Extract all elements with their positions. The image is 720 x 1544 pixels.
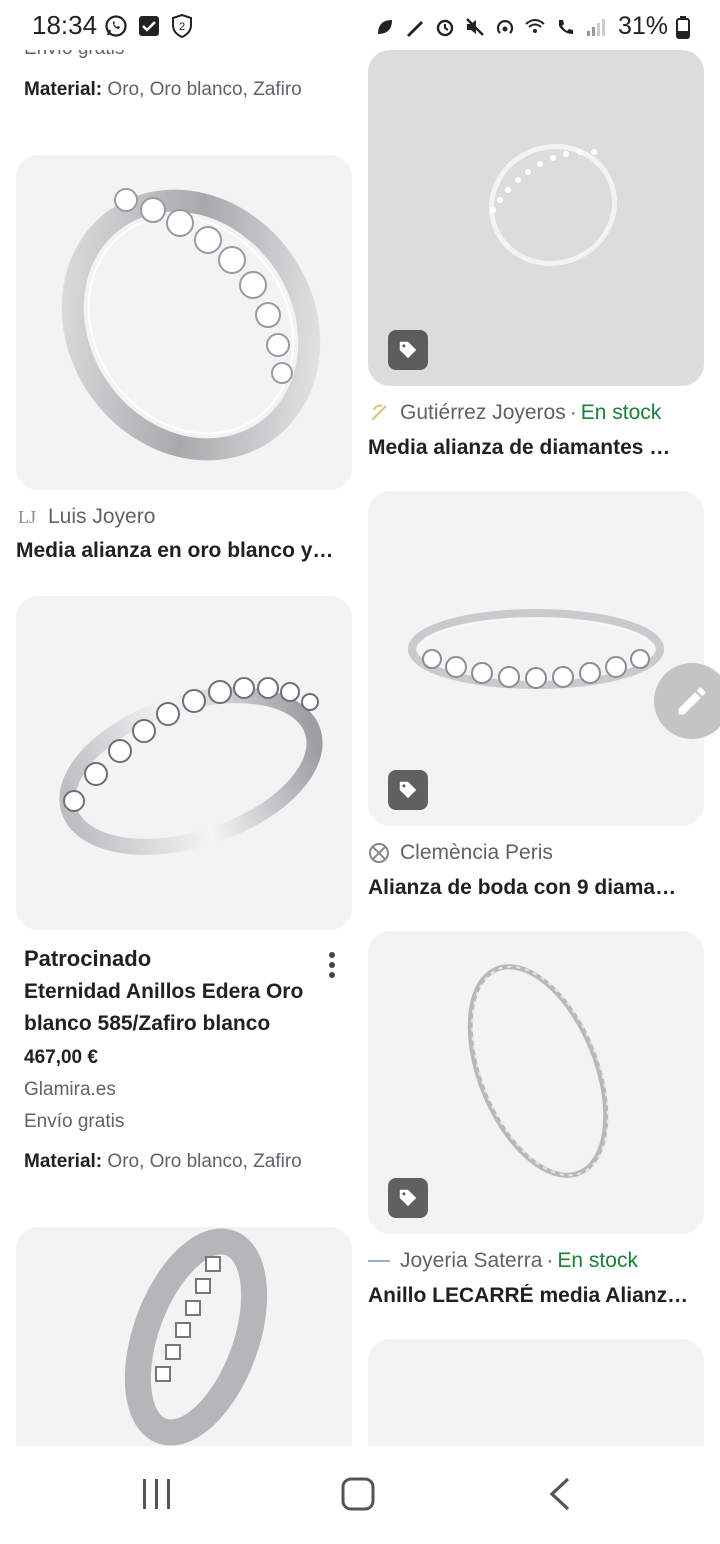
sponsored-label: Patrocinado <box>24 946 152 971</box>
merchant-name: Gutiérrez Joyeros <box>400 401 566 424</box>
hotspot-icon <box>496 19 513 34</box>
product-image-clemencia-peris[interactable] <box>368 491 704 826</box>
store-name[interactable]: Glamira.es <box>24 1079 116 1101</box>
product-image-joyeria-saterra[interactable] <box>368 931 704 1234</box>
price-tag-icon[interactable] <box>388 1178 428 1218</box>
svg-text:2: 2 <box>179 21 185 33</box>
product-image-gutierrez[interactable] <box>368 50 704 386</box>
merchant-gutierrez-joyeros[interactable]: Gutiérrez Joyeros · En stock <box>368 401 661 425</box>
product-title[interactable]: Media alianza de diamantes … <box>368 436 704 460</box>
separator: · <box>569 401 577 424</box>
home-icon[interactable] <box>340 1476 376 1517</box>
battery-icon <box>676 15 690 39</box>
shield-2-icon: 2 <box>170 13 194 44</box>
whatsapp-icon <box>104 14 128 43</box>
material-value: Oro, Oro blanco, Zafiro <box>102 1151 302 1172</box>
status-time: 18:34 <box>32 10 98 40</box>
navigation-bar <box>0 1446 720 1544</box>
material-row: Material: Oro, Oro blanco, Zafiro <box>24 1151 302 1173</box>
pencil-edit-icon[interactable] <box>654 663 720 739</box>
merchant-logo-icon <box>368 402 390 424</box>
recent-apps-icon[interactable] <box>140 1476 174 1517</box>
price-tag-icon[interactable] <box>388 330 428 370</box>
more-options-icon[interactable] <box>320 950 344 980</box>
price-tag-icon[interactable] <box>388 770 428 810</box>
product-image-partial[interactable] <box>368 1339 704 1446</box>
product-image-glamira[interactable] <box>16 596 352 930</box>
material-row: Material: Oro, Oro blanco, Zafiro <box>24 79 302 101</box>
stock-status: En stock <box>557 1249 638 1272</box>
pen-icon <box>406 20 423 37</box>
merchant-name: Luis Joyero <box>48 505 156 528</box>
product-image-luis-joyero[interactable] <box>16 155 352 490</box>
material-label: Material: <box>24 1151 103 1172</box>
wifi-call-icon <box>558 19 573 34</box>
status-bar: 18:34 2 31% <box>0 0 720 50</box>
results-grid: Envío gratis Material: Oro, Oro blanco, … <box>0 0 720 1446</box>
product-title[interactable]: Anillo LECARRÉ media Alianz… <box>368 1284 704 1308</box>
signal-icon <box>586 18 605 36</box>
merchant-logo-icon <box>368 1250 390 1272</box>
product-title[interactable]: Alianza de boda con 9 diama… <box>368 876 704 900</box>
sponsored-title-line2[interactable]: blanco 585/Zafiro blanco <box>24 1012 270 1036</box>
merchant-name: Joyeria Saterra <box>400 1249 543 1272</box>
mute-icon <box>466 17 484 36</box>
merchant-clemencia-peris[interactable]: Clemència Peris <box>368 841 553 865</box>
merchant-logo-icon <box>368 842 390 864</box>
material-value: Oro, Oro blanco, Zafiro <box>102 79 302 100</box>
ring-illustration <box>61 188 321 461</box>
merchant-luis-joyero[interactable]: LJ Luis Joyero <box>16 505 155 529</box>
sponsored-title-line1[interactable]: Eternidad Anillos Edera Oro <box>24 980 303 1004</box>
leaf-icon <box>377 19 392 34</box>
price: 467,00 € <box>24 1047 98 1068</box>
product-image-partial[interactable] <box>16 1227 352 1446</box>
wifi-icon <box>525 18 545 33</box>
separator: · <box>546 1249 554 1272</box>
ring-illustration <box>124 1228 268 1446</box>
merchant-joyeria-saterra[interactable]: Joyeria Saterra · En stock <box>368 1249 638 1273</box>
merchant-logo: LJ <box>18 506 36 527</box>
material-label: Material: <box>24 79 103 100</box>
shipping-text: Envío gratis <box>24 1111 125 1132</box>
product-title[interactable]: Media alianza en oro blanco y… <box>16 539 352 563</box>
merchant-name: Clemència Peris <box>400 841 553 864</box>
stock-status: En stock <box>580 401 662 424</box>
battery-percent: 31% <box>617 12 668 40</box>
checkbox-icon <box>138 15 160 42</box>
system-icons: 31% <box>374 12 690 41</box>
notification-icons: 2 <box>104 13 194 44</box>
ring-illustration <box>59 677 323 855</box>
back-icon[interactable] <box>546 1476 574 1517</box>
alarm-icon <box>436 19 454 36</box>
